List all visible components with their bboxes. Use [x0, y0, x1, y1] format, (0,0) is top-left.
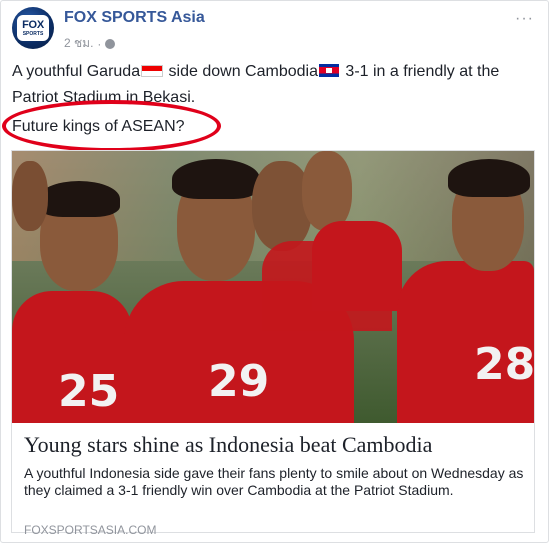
player-head — [302, 151, 352, 231]
player-shirt — [312, 221, 402, 311]
jersey-number: 25 — [58, 366, 120, 417]
link-title[interactable]: Young stars shine as Indonesia beat Camb… — [24, 432, 432, 458]
meta-separator: · — [97, 36, 102, 51]
cambodia-flag-icon — [318, 64, 339, 77]
link-description: A youthful Indonesia side gave their fan… — [24, 465, 524, 498]
text-part2: side down Cambodia — [164, 63, 318, 80]
post-meta: 2 ชม. · — [64, 34, 116, 53]
jersey-number: 28 — [474, 339, 534, 390]
facebook-post: FOX SPORTS FOX SPORTS Asia 2 ชม. · ··· A… — [0, 0, 549, 543]
post-text: A youthful Garuda side down Cambodia 3-1… — [12, 59, 532, 140]
jersey-number: 29 — [208, 356, 270, 407]
page-name-link[interactable]: FOX SPORTS Asia — [64, 9, 205, 27]
link-preview-card[interactable]: 25 29 28 Young stars shine as Indonesia … — [11, 150, 535, 537]
logo-text-sports: SPORTS — [22, 30, 44, 37]
post-text-line1: A youthful Garuda side down Cambodia 3-1… — [12, 59, 532, 111]
page-avatar[interactable]: FOX SPORTS — [12, 7, 54, 49]
link-domain: FOXSPORTSASIA.COM — [24, 523, 157, 537]
player-head — [12, 161, 48, 231]
more-options-icon[interactable]: ··· — [515, 10, 534, 28]
team-celebration-photo: 25 29 28 — [12, 151, 534, 423]
post-timestamp[interactable]: 2 ชม. — [64, 34, 93, 53]
post-text-line2: Future kings of ASEAN? — [12, 118, 185, 135]
logo-text-fox: FOX — [22, 18, 44, 31]
player-hair — [448, 159, 530, 197]
globe-icon — [105, 38, 116, 49]
fox-sports-logo: FOX SPORTS — [17, 15, 49, 41]
player-hair — [38, 181, 120, 217]
player-hair — [172, 159, 260, 199]
indonesia-flag-icon — [141, 65, 164, 77]
text-part1: A youthful Garuda — [12, 63, 141, 80]
